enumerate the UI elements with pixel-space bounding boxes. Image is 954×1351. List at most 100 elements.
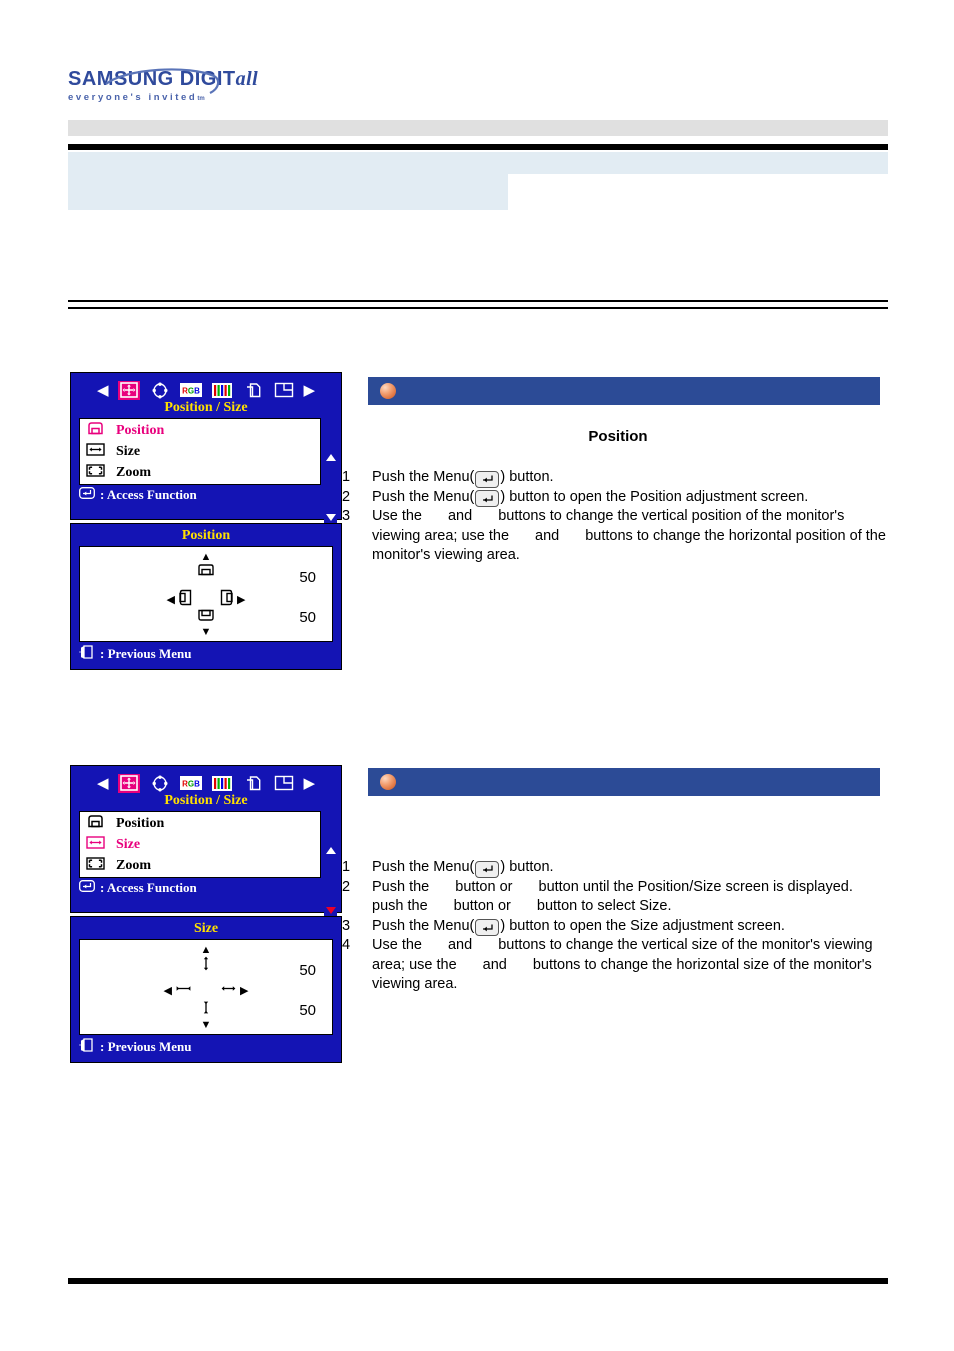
- instruction-step: 1 Push the Menu( ) button.: [342, 858, 888, 878]
- osd-menu-footer-label: : Access Function: [100, 880, 197, 895]
- enter-key-icon[interactable]: [475, 919, 500, 936]
- osd-icon-position-size-icon[interactable]: [117, 380, 140, 400]
- scroll-down-triangle-icon[interactable]: [325, 907, 336, 914]
- osd-menu-item-position[interactable]: Position: [80, 813, 320, 834]
- osd-menu-panel: ◀ RGB ▶ Position / Size Position Size Zoom: Ac…: [70, 765, 342, 917]
- size-narrow-icon: [174, 981, 193, 1001]
- step-text: Push the Menu(: [372, 859, 475, 875]
- osd-icon-color-bars-icon[interactable]: [211, 381, 233, 400]
- enter-key-icon[interactable]: [475, 470, 500, 488]
- enter-key-icon[interactable]: [475, 860, 500, 878]
- osd-icon-pages-icon[interactable]: [242, 381, 264, 400]
- header-grey-band: [68, 120, 888, 136]
- instruction-steps: 1 Push the Menu() button. 2 Push the Menu()…: [342, 468, 888, 566]
- osd-menu-item-position[interactable]: Position: [80, 420, 320, 441]
- access-fn-icon: [79, 880, 95, 896]
- osd-menu-title: Position / Size: [164, 400, 248, 415]
- osd-icon-geometry-icon[interactable]: [149, 774, 171, 793]
- osd-icon-rgb-icon[interactable]: RGB: [179, 381, 202, 400]
- step-body: Push the Menu() button to open the Posit…: [372, 488, 888, 507]
- osd-scrollbar[interactable]: [324, 451, 337, 524]
- size-up-icon: [198, 955, 215, 977]
- step-text: Push the: [372, 878, 430, 895]
- osd-value-vertical: 50: [299, 569, 316, 586]
- osd-adjust-horizontal[interactable]: ◀ ▶: [80, 981, 332, 1001]
- right-arrow-icon[interactable]: ▶: [304, 383, 316, 398]
- right-triangle-icon: ▶: [237, 593, 246, 606]
- step-number: 1: [342, 469, 351, 485]
- step-body: Push the Menu() button to open the Size …: [372, 917, 888, 936]
- header-blue-band-left: [68, 174, 508, 210]
- osd-icon-color-bars-icon[interactable]: [211, 774, 233, 793]
- osd-adjust-panel: Size ▲ ◀ ▶ ▼ 50 50: Previous Menu: [70, 916, 342, 1063]
- osd-value-vertical: 50: [299, 962, 316, 979]
- osd-icon-pip-layout-icon[interactable]: [273, 381, 295, 400]
- osd-adjust-down[interactable]: ▼: [197, 608, 216, 638]
- access-fn-icon: [79, 487, 95, 503]
- position-icon: [86, 420, 105, 442]
- step-text: Use the: [372, 937, 422, 953]
- content-bottom-divider: [68, 1278, 888, 1284]
- header-blue-band-top: [68, 152, 888, 174]
- instruction-steps: 1 Push the Menu( ) button. 2 Push the button …: [342, 858, 888, 995]
- osd-value-horizontal: 50: [299, 609, 316, 626]
- section-heading: Position: [588, 428, 648, 445]
- step-text: and: [535, 527, 560, 544]
- osd-adjust-down[interactable]: ▼: [198, 999, 215, 1031]
- size-down-icon: [198, 999, 215, 1021]
- zoom-icon: [86, 463, 105, 483]
- instruction-step: 4 Use the and buttons to change the vertica…: [342, 936, 888, 995]
- step-text: Use the: [372, 508, 422, 524]
- size-icon: [86, 442, 105, 462]
- osd-adjust-body: ▲ ◀ ▶ ▼ 50 50: [79, 546, 333, 642]
- step-text: button or: [455, 878, 513, 895]
- osd-menu-footer: : Access Function: [71, 878, 341, 896]
- left-triangle-icon: ◀: [163, 984, 172, 997]
- position-icon: [86, 813, 105, 835]
- step-number: 1: [342, 859, 351, 875]
- osd-menu-item-size[interactable]: Size: [80, 834, 320, 855]
- osd-icon-pip-layout-icon[interactable]: [273, 774, 295, 793]
- step-text: ) button.: [500, 859, 554, 875]
- up-triangle-icon: ▲: [200, 551, 212, 563]
- instruction-step: 3 Push the Menu() button to open the Size…: [342, 917, 888, 936]
- header-black-rule: [68, 144, 888, 150]
- step-text: button to select Size.: [536, 898, 672, 914]
- osd-menu-item-zoom[interactable]: Zoom: [80, 462, 320, 483]
- osd-icon-geometry-icon[interactable]: [149, 381, 171, 400]
- instruction-step: 2 Push the button or button until the Posit…: [342, 878, 888, 917]
- left-arrow-icon[interactable]: ◀: [97, 776, 109, 791]
- step-text: Push the Menu(: [372, 488, 475, 505]
- osd-adjust-footer: : Previous Menu: [71, 642, 341, 663]
- logo-brand-italic: all: [235, 68, 259, 90]
- osd-adjust-footer: : Previous Menu: [71, 1035, 341, 1056]
- osd-adjust-up[interactable]: ▲: [198, 945, 215, 977]
- osd-adjust-up[interactable]: ▲: [197, 551, 216, 582]
- down-triangle-icon: ▼: [200, 1019, 212, 1031]
- osd-menu-item-label: Zoom: [116, 857, 151, 873]
- osd-menu-item-label: Position: [116, 815, 165, 831]
- enter-key-icon[interactable]: [475, 490, 500, 507]
- osd-menu-footer: : Access Function: [71, 485, 341, 503]
- scroll-up-triangle-icon[interactable]: [325, 847, 336, 854]
- scroll-up-triangle-icon[interactable]: [325, 454, 336, 461]
- osd-icon-rgb-icon[interactable]: RGB: [179, 774, 202, 793]
- osd-scrollbar[interactable]: [324, 844, 337, 917]
- osd-adjust-footer-label: : Previous Menu: [100, 1039, 192, 1054]
- right-arrow-icon[interactable]: ▶: [304, 776, 316, 791]
- step-text: and: [447, 937, 473, 953]
- osd-menu-item-zoom[interactable]: Zoom: [80, 855, 320, 876]
- step-number: 2: [342, 878, 351, 895]
- osd-icon-pages-icon[interactable]: [242, 774, 264, 793]
- step-text: button or: [453, 898, 511, 914]
- scroll-down-triangle-icon[interactable]: [325, 514, 336, 521]
- osd-menu-item-size[interactable]: Size: [80, 441, 320, 462]
- left-arrow-icon[interactable]: ◀: [97, 383, 109, 398]
- section-header-bar: [368, 768, 880, 796]
- move-left-icon: [177, 588, 193, 612]
- step-body: Push the Menu( ) button.: [372, 858, 888, 878]
- size-wide-icon: [219, 981, 238, 1001]
- osd-menu-footer-label: : Access Function: [100, 487, 197, 502]
- left-triangle-icon: ◀: [166, 593, 175, 606]
- osd-icon-position-size-icon[interactable]: [117, 773, 140, 793]
